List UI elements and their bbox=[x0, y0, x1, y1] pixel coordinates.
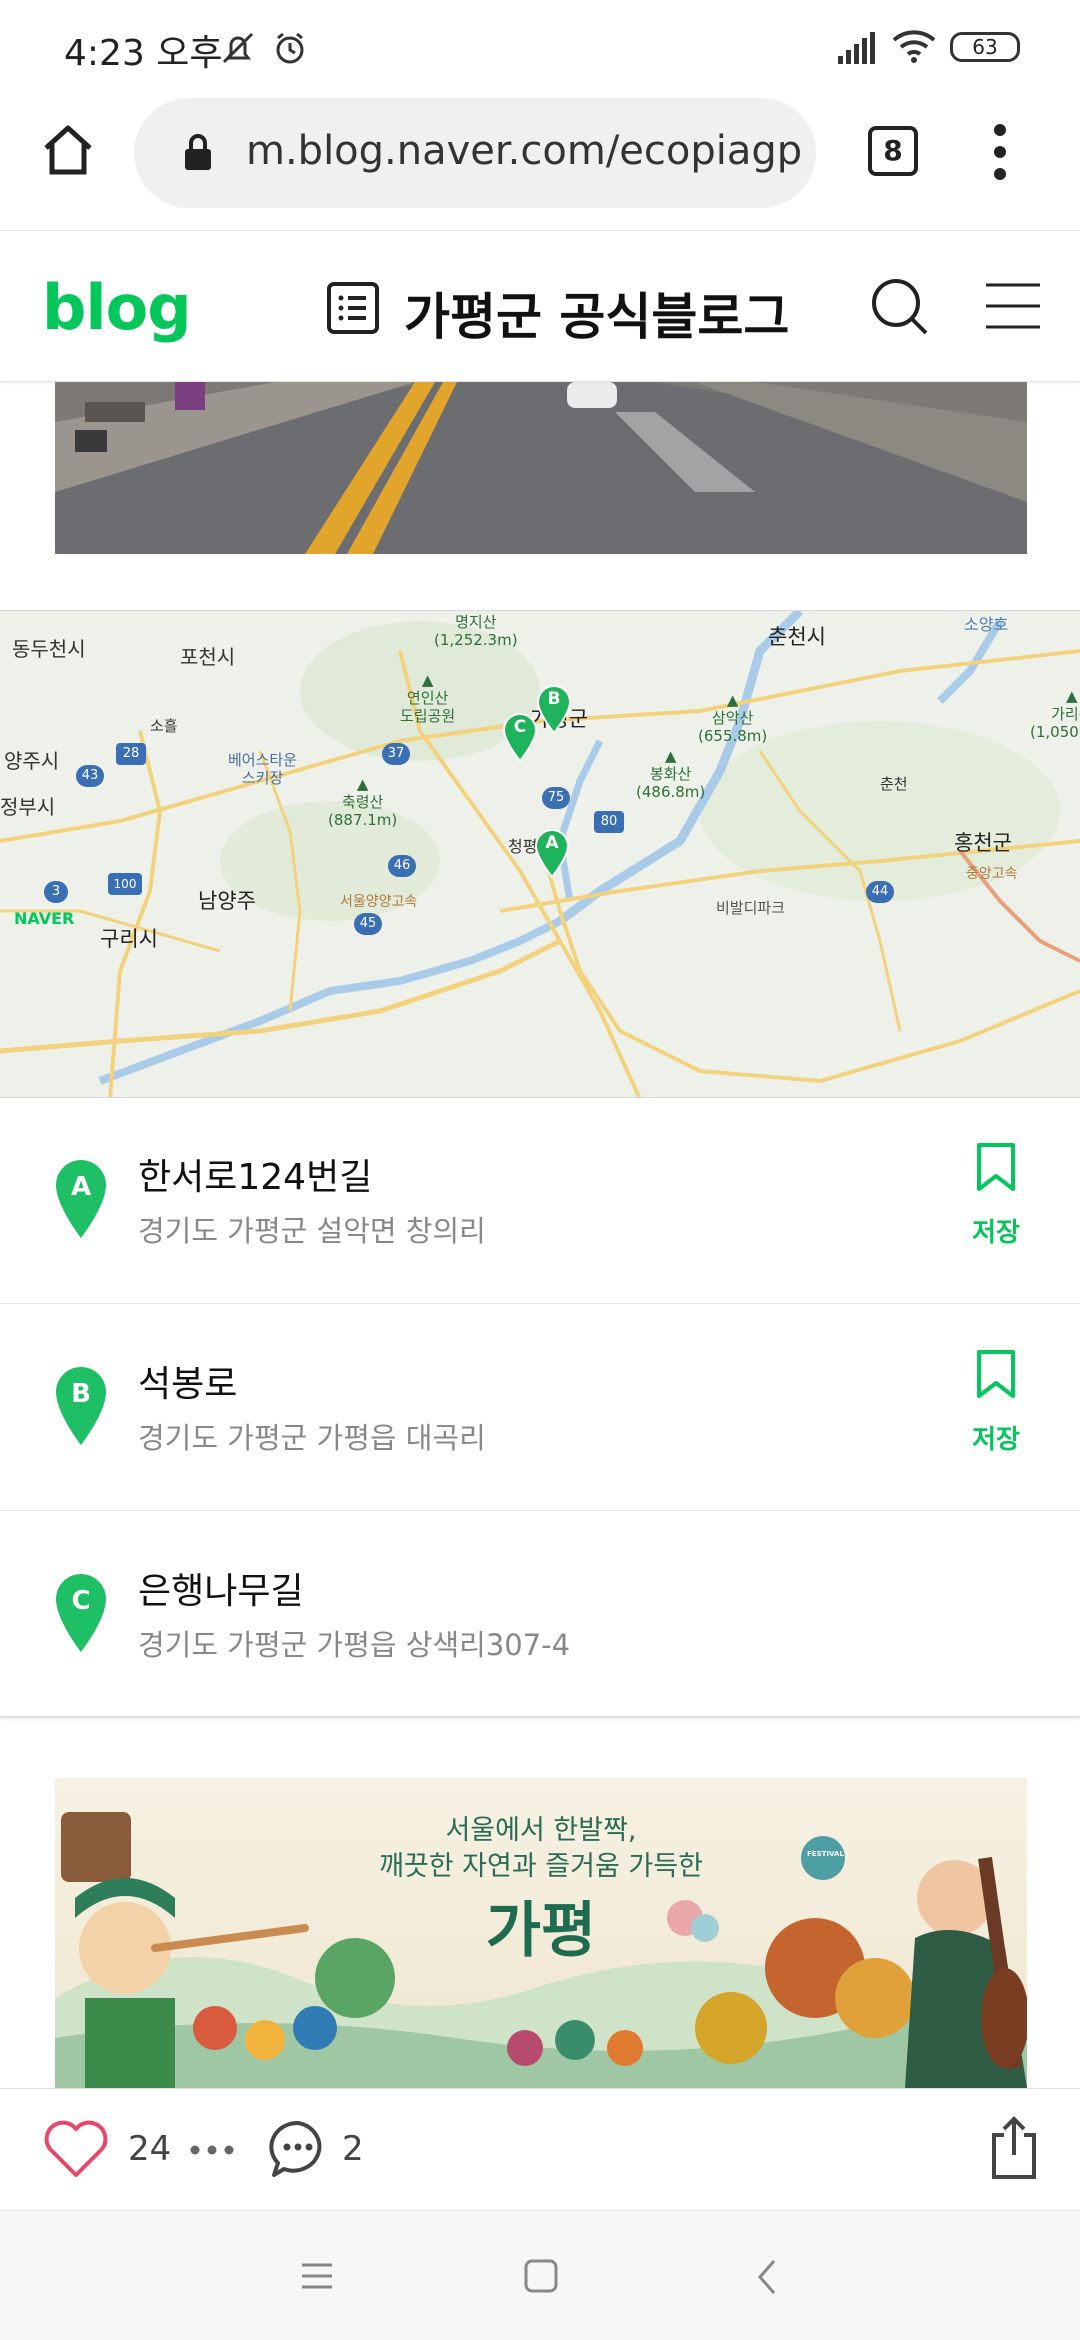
heart-icon[interactable] bbox=[42, 2119, 110, 2179]
place-item-b[interactable]: B 석봉로 경기도 가평군 가평읍 대곡리 저장 bbox=[0, 1305, 1080, 1511]
marker-letter: B bbox=[547, 689, 561, 709]
map-label: 양주시 bbox=[4, 749, 60, 773]
blog-logo[interactable]: blog bbox=[42, 271, 192, 344]
save-button[interactable]: 저장 bbox=[956, 1142, 1036, 1252]
battery-icon: 63 bbox=[950, 32, 1020, 62]
map-label: 중앙고속 bbox=[966, 866, 1018, 882]
naver-map-logo: NAVER bbox=[14, 909, 75, 928]
map-marker-a[interactable]: A bbox=[532, 827, 572, 879]
map-label: 동두천시 bbox=[12, 637, 86, 661]
route-shield: 75 bbox=[542, 787, 570, 809]
map-label: ▲ 연인산 도립공원 bbox=[400, 671, 456, 725]
place-name[interactable]: 은행나무길 bbox=[138, 1562, 304, 1614]
more-horiz-icon[interactable] bbox=[188, 2143, 236, 2157]
save-label: 저장 bbox=[972, 1218, 1020, 1248]
tab-count: 8 bbox=[883, 134, 903, 167]
mute-icon bbox=[222, 32, 254, 64]
map-label: 정부시 bbox=[0, 795, 56, 819]
route-shield: 100 bbox=[108, 873, 142, 895]
place-address: 경기도 가평군 가평읍 상색리307-4 bbox=[138, 1628, 571, 1662]
map-label: 홍천군 bbox=[954, 831, 1012, 855]
map-label: 베어스타운 스키장 bbox=[228, 751, 298, 787]
festival-banner[interactable]: FESTIVAL 서울에서 한발짝, 깨끗한 자연과 즐거움 가득한 가평 bbox=[55, 1778, 1027, 2088]
map-label: 서울양양고속 bbox=[340, 894, 418, 910]
tab-switcher-button[interactable]: 8 bbox=[868, 126, 918, 176]
signal-icon bbox=[838, 32, 875, 64]
post-action-bar: 24 2 bbox=[0, 2088, 1080, 2210]
map-label: 포천시 bbox=[180, 645, 236, 669]
place-address: 경기도 가평군 가평읍 대곡리 bbox=[138, 1421, 486, 1455]
place-name[interactable]: 석봉로 bbox=[138, 1355, 237, 1407]
lock-icon bbox=[185, 134, 211, 170]
map-label: 소흘 bbox=[150, 717, 178, 735]
system-navigation-bar bbox=[0, 2210, 1080, 2340]
route-shield: 3 bbox=[44, 881, 68, 903]
pin-letter: A bbox=[70, 1172, 92, 1202]
route-shield: 80 bbox=[594, 811, 624, 833]
route-shield: 28 bbox=[116, 743, 146, 765]
map-label: ▲가리산(1,050.9m) bbox=[1030, 687, 1080, 741]
place-address: 경기도 가평군 설악면 창의리 bbox=[138, 1214, 486, 1248]
blog-header: blog 가평군 공식블로그 bbox=[0, 230, 1080, 382]
map-label: 구리시 bbox=[100, 927, 158, 951]
more-vert-icon[interactable] bbox=[990, 122, 1010, 182]
map-label: 비발디파크 bbox=[716, 899, 786, 917]
map-label: 춘천시 bbox=[768, 625, 826, 649]
bookmark-icon bbox=[977, 1350, 1015, 1398]
route-shield: 46 bbox=[388, 855, 416, 877]
home-nav-icon[interactable] bbox=[524, 2259, 558, 2293]
place-item-c[interactable]: C 은행나무길 경기도 가평군 가평읍 상색리307-4 bbox=[0, 1512, 1080, 1718]
banner-line2: 깨끗한 자연과 즐거움 가득한 bbox=[379, 1851, 703, 1882]
banner-logo-text: 가평 bbox=[485, 1896, 597, 1966]
map-label: 소양호 bbox=[964, 615, 1009, 634]
route-shield: 45 bbox=[354, 913, 382, 935]
battery-level: 63 bbox=[972, 35, 998, 59]
map-label: ▲ 축령산 (887.1m) bbox=[328, 775, 398, 829]
save-button[interactable]: 저장 bbox=[956, 1349, 1036, 1459]
road-illustration bbox=[55, 382, 1027, 554]
status-bar: 4:23 오후 63 bbox=[0, 0, 1080, 92]
home-icon[interactable] bbox=[40, 122, 96, 178]
blog-title[interactable]: 가평군 공식블로그 bbox=[404, 277, 789, 349]
pin-a-icon: A bbox=[54, 1158, 108, 1240]
map-label: 춘천 bbox=[880, 775, 908, 793]
like-count: 24 bbox=[128, 2129, 172, 2169]
bookmark-icon bbox=[977, 1143, 1015, 1191]
map-marker-c[interactable]: C bbox=[500, 711, 540, 763]
route-shield: 44 bbox=[866, 881, 894, 903]
search-icon[interactable] bbox=[868, 275, 932, 339]
marker-letter: C bbox=[513, 717, 527, 737]
map-label: ▲ 봉화산 (486.8m) bbox=[636, 747, 706, 801]
route-shield: 43 bbox=[76, 765, 104, 787]
post-list-icon[interactable] bbox=[326, 281, 380, 335]
location-map[interactable]: 명지산 (1,252.3m) 춘천시 소양호 동두천시 포천시 ▲ 연인산 도립공원 … bbox=[0, 610, 1080, 1098]
pin-letter: B bbox=[71, 1379, 91, 1409]
pin-letter: C bbox=[71, 1586, 91, 1616]
address-bar[interactable]: m.blog.naver.com/ecopiagp bbox=[134, 98, 816, 208]
place-item-a[interactable]: A 한서로124번길 경기도 가평군 설악면 창의리 저장 bbox=[0, 1098, 1080, 1304]
wifi-icon bbox=[892, 30, 936, 63]
pin-b-icon: B bbox=[54, 1365, 108, 1447]
comment-icon[interactable] bbox=[268, 2119, 328, 2179]
route-shield: 37 bbox=[382, 743, 410, 765]
map-marker-b[interactable]: B bbox=[534, 683, 574, 735]
save-label: 저장 bbox=[972, 1425, 1020, 1455]
map-label: 명지산 (1,252.3m) bbox=[434, 613, 518, 649]
comment-count: 2 bbox=[342, 2129, 364, 2169]
road-photo bbox=[55, 382, 1027, 554]
map-label: 남양주 bbox=[198, 889, 256, 913]
back-icon[interactable] bbox=[756, 2259, 778, 2295]
url-text: m.blog.naver.com/ecopiagp bbox=[246, 128, 803, 174]
browser-toolbar: m.blog.naver.com/ecopiagp 8 bbox=[0, 92, 1080, 230]
menu-icon[interactable] bbox=[984, 281, 1042, 331]
pin-c-icon: C bbox=[54, 1572, 108, 1654]
status-time: 4:23 오후 bbox=[64, 33, 223, 74]
share-icon[interactable] bbox=[990, 2115, 1038, 2181]
alarm-icon bbox=[276, 32, 304, 64]
map-label: ▲ 삼악산 (655.8m) bbox=[698, 691, 768, 745]
banner-line1: 서울에서 한발짝, bbox=[445, 1815, 637, 1846]
marker-letter: A bbox=[545, 833, 559, 853]
place-name[interactable]: 한서로124번길 bbox=[138, 1148, 372, 1200]
recent-apps-icon[interactable] bbox=[300, 2261, 334, 2291]
